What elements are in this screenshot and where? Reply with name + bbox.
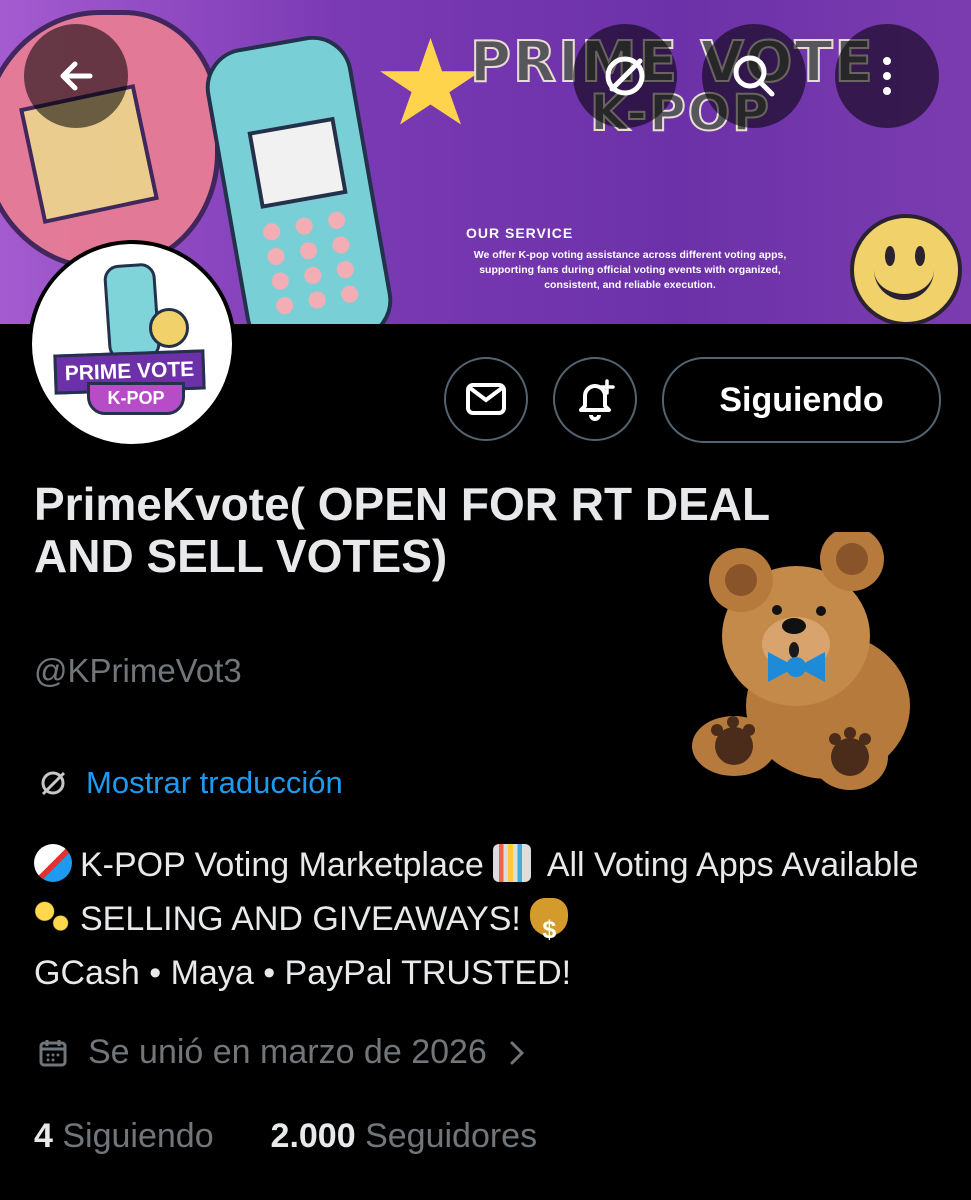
more-vertical-icon	[883, 57, 891, 95]
message-button[interactable]	[444, 357, 528, 441]
back-arrow-icon	[60, 61, 93, 91]
translate-icon	[41, 771, 66, 796]
username-handle: @KPrimeVot3	[34, 652, 242, 689]
translate-button[interactable]	[573, 24, 677, 128]
bio-text-selling: SELLING AND GIVEAWAYS!	[80, 900, 531, 938]
followers-label: Seguidores	[365, 1117, 538, 1155]
profile-bio: K-POP Voting Marketplace All Voting Apps…	[34, 838, 934, 1000]
show-translation-label: Mostrar traducción	[86, 765, 343, 800]
bio-text-apps: All Voting Apps Available	[539, 846, 919, 884]
joined-date[interactable]: Se unió en marzo de 2026	[36, 1033, 529, 1072]
avatar-phone-art	[102, 262, 162, 362]
phone-keys-art	[253, 205, 370, 321]
avatar-brand-line2: K-POP	[87, 382, 185, 415]
money-bag-icon	[530, 898, 569, 957]
show-translation-link[interactable]: Mostrar traducción	[36, 765, 343, 801]
search-icon	[733, 55, 775, 97]
smiley-mouth	[874, 262, 934, 300]
profile-avatar[interactable]: PRIME VOTE K-POP	[28, 240, 236, 448]
following-count: 4	[34, 1117, 53, 1155]
translate-icon	[605, 56, 645, 96]
calendar-icon	[39, 1039, 67, 1066]
bio-text-payments: GCash • Maya • PayPal TRUSTED!	[34, 954, 572, 992]
following-count-link[interactable]: 4 Siguiendo	[34, 1117, 214, 1155]
back-button[interactable]	[24, 24, 128, 128]
service-description: We offer K-pop voting assistance across …	[473, 249, 787, 292]
followers-count-link[interactable]: 2.000 Seguidores	[271, 1117, 538, 1155]
sparkles-icon	[34, 898, 72, 936]
following-button[interactable]: Siguiendo	[662, 357, 941, 443]
rocket-icon	[34, 844, 72, 882]
search-button[interactable]	[702, 24, 806, 128]
phone-screen-art	[247, 116, 348, 209]
avatar-smiley-art	[149, 308, 189, 348]
smiley-face-art	[850, 214, 962, 324]
bar-chart-icon	[493, 844, 532, 882]
bio-text-marketplace: K-POP Voting Marketplace	[80, 846, 494, 884]
notification-button[interactable]	[553, 357, 637, 441]
follow-stats: 4 Siguiendo 2.000 Seguidores	[34, 1117, 537, 1156]
joined-label: Se unió en marzo de 2026	[88, 1033, 487, 1071]
followers-count: 2.000	[270, 1117, 356, 1155]
more-button[interactable]	[835, 24, 939, 128]
chevron-right-icon	[510, 1041, 524, 1064]
message-icon	[466, 383, 506, 415]
teddy-bear-emoji	[692, 532, 910, 790]
following-label: Siguiendo	[62, 1117, 214, 1155]
notification-add-icon	[579, 379, 615, 421]
service-title: OUR SERVICE	[466, 225, 574, 241]
